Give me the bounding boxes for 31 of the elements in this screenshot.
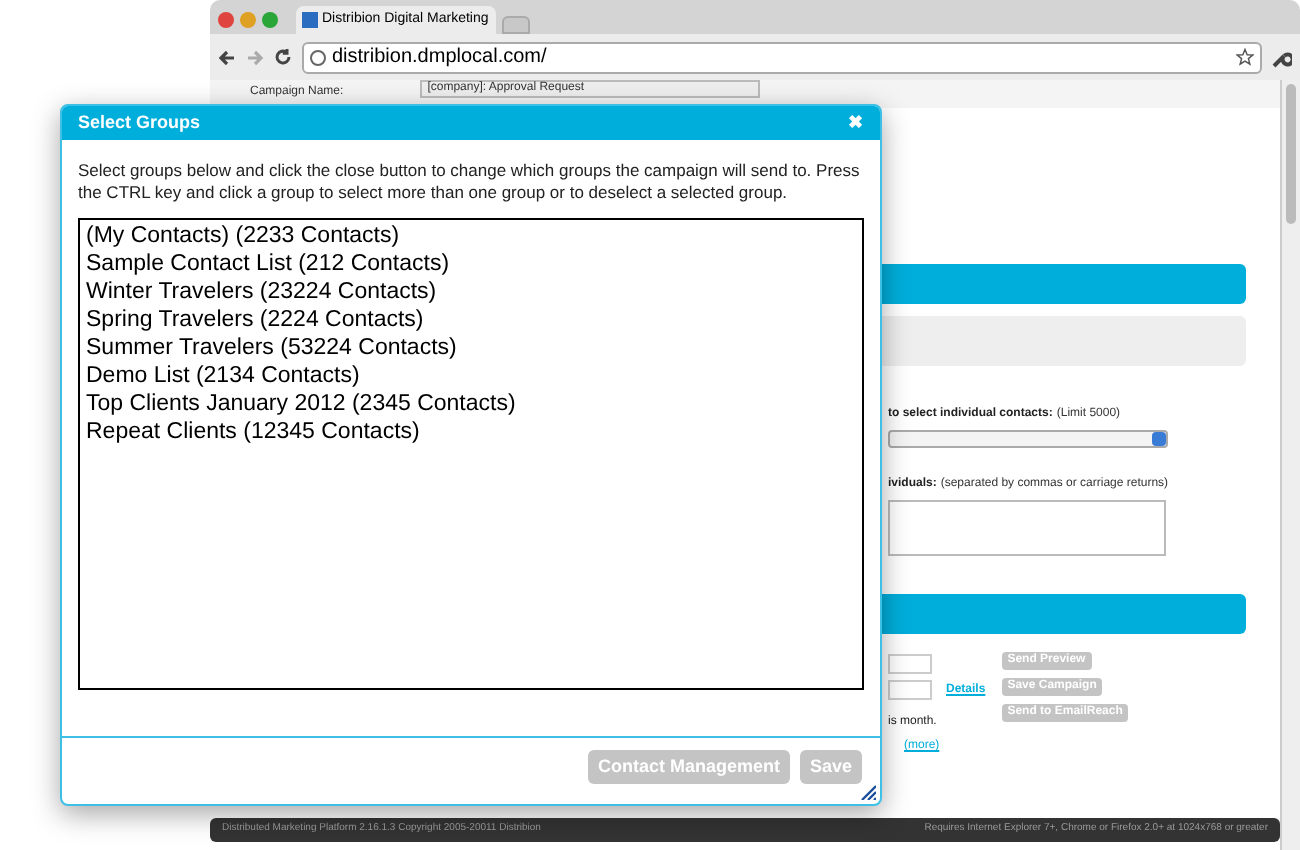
address-field[interactable]: distribion.dmplocal.com/ xyxy=(302,41,1262,73)
minimize-window-icon[interactable] xyxy=(240,11,256,27)
group-option[interactable]: Winter Travelers (23224 Contacts) xyxy=(84,278,858,306)
group-option[interactable]: Sample Contact List (212 Contacts) xyxy=(84,250,858,278)
text-input[interactable] xyxy=(888,680,932,700)
groups-listbox[interactable] xyxy=(78,218,864,690)
back-icon[interactable] xyxy=(218,49,236,65)
star-icon[interactable] xyxy=(1236,48,1254,66)
resize-grip-icon[interactable] xyxy=(860,784,876,800)
favicon-icon xyxy=(302,12,318,28)
close-window-icon[interactable] xyxy=(218,11,234,27)
address-text: distribion.dmplocal.com/ xyxy=(332,44,549,72)
group-option[interactable]: Summer Travelers (53224 Contacts) xyxy=(84,334,858,362)
new-tab-button[interactable] xyxy=(502,16,530,34)
group-option[interactable]: Repeat Clients (12345 Contacts) xyxy=(84,418,858,446)
text-input[interactable] xyxy=(888,654,932,674)
reload-icon[interactable] xyxy=(274,48,292,66)
individuals-textarea[interactable] xyxy=(888,500,1166,556)
scrollbar-thumb[interactable] xyxy=(1286,84,1296,224)
group-option[interactable]: Spring Travelers (2224 Contacts) xyxy=(84,306,858,334)
scrollbar[interactable] xyxy=(1280,80,1300,850)
group-option[interactable]: Top Clients January 2012 (2345 Contacts) xyxy=(84,390,858,418)
stepper-icon xyxy=(1152,432,1166,446)
wrench-icon[interactable] xyxy=(1272,47,1292,67)
contacts-select[interactable] xyxy=(888,430,1168,448)
forward-icon[interactable] xyxy=(246,49,264,65)
group-option[interactable]: Demo List (2134 Contacts) xyxy=(84,362,858,390)
dialog-instructions: Select groups below and click the close button to change which groups the campaign will send to. Press the CTRL key and click a group to select more than one group or to deselect a selected group. xyxy=(78,160,862,204)
group-option[interactable]: (My Contacts) (2233 Contacts) xyxy=(84,222,858,250)
maximize-window-icon[interactable] xyxy=(262,11,278,27)
dialog-title: Select Groups xyxy=(78,109,201,136)
